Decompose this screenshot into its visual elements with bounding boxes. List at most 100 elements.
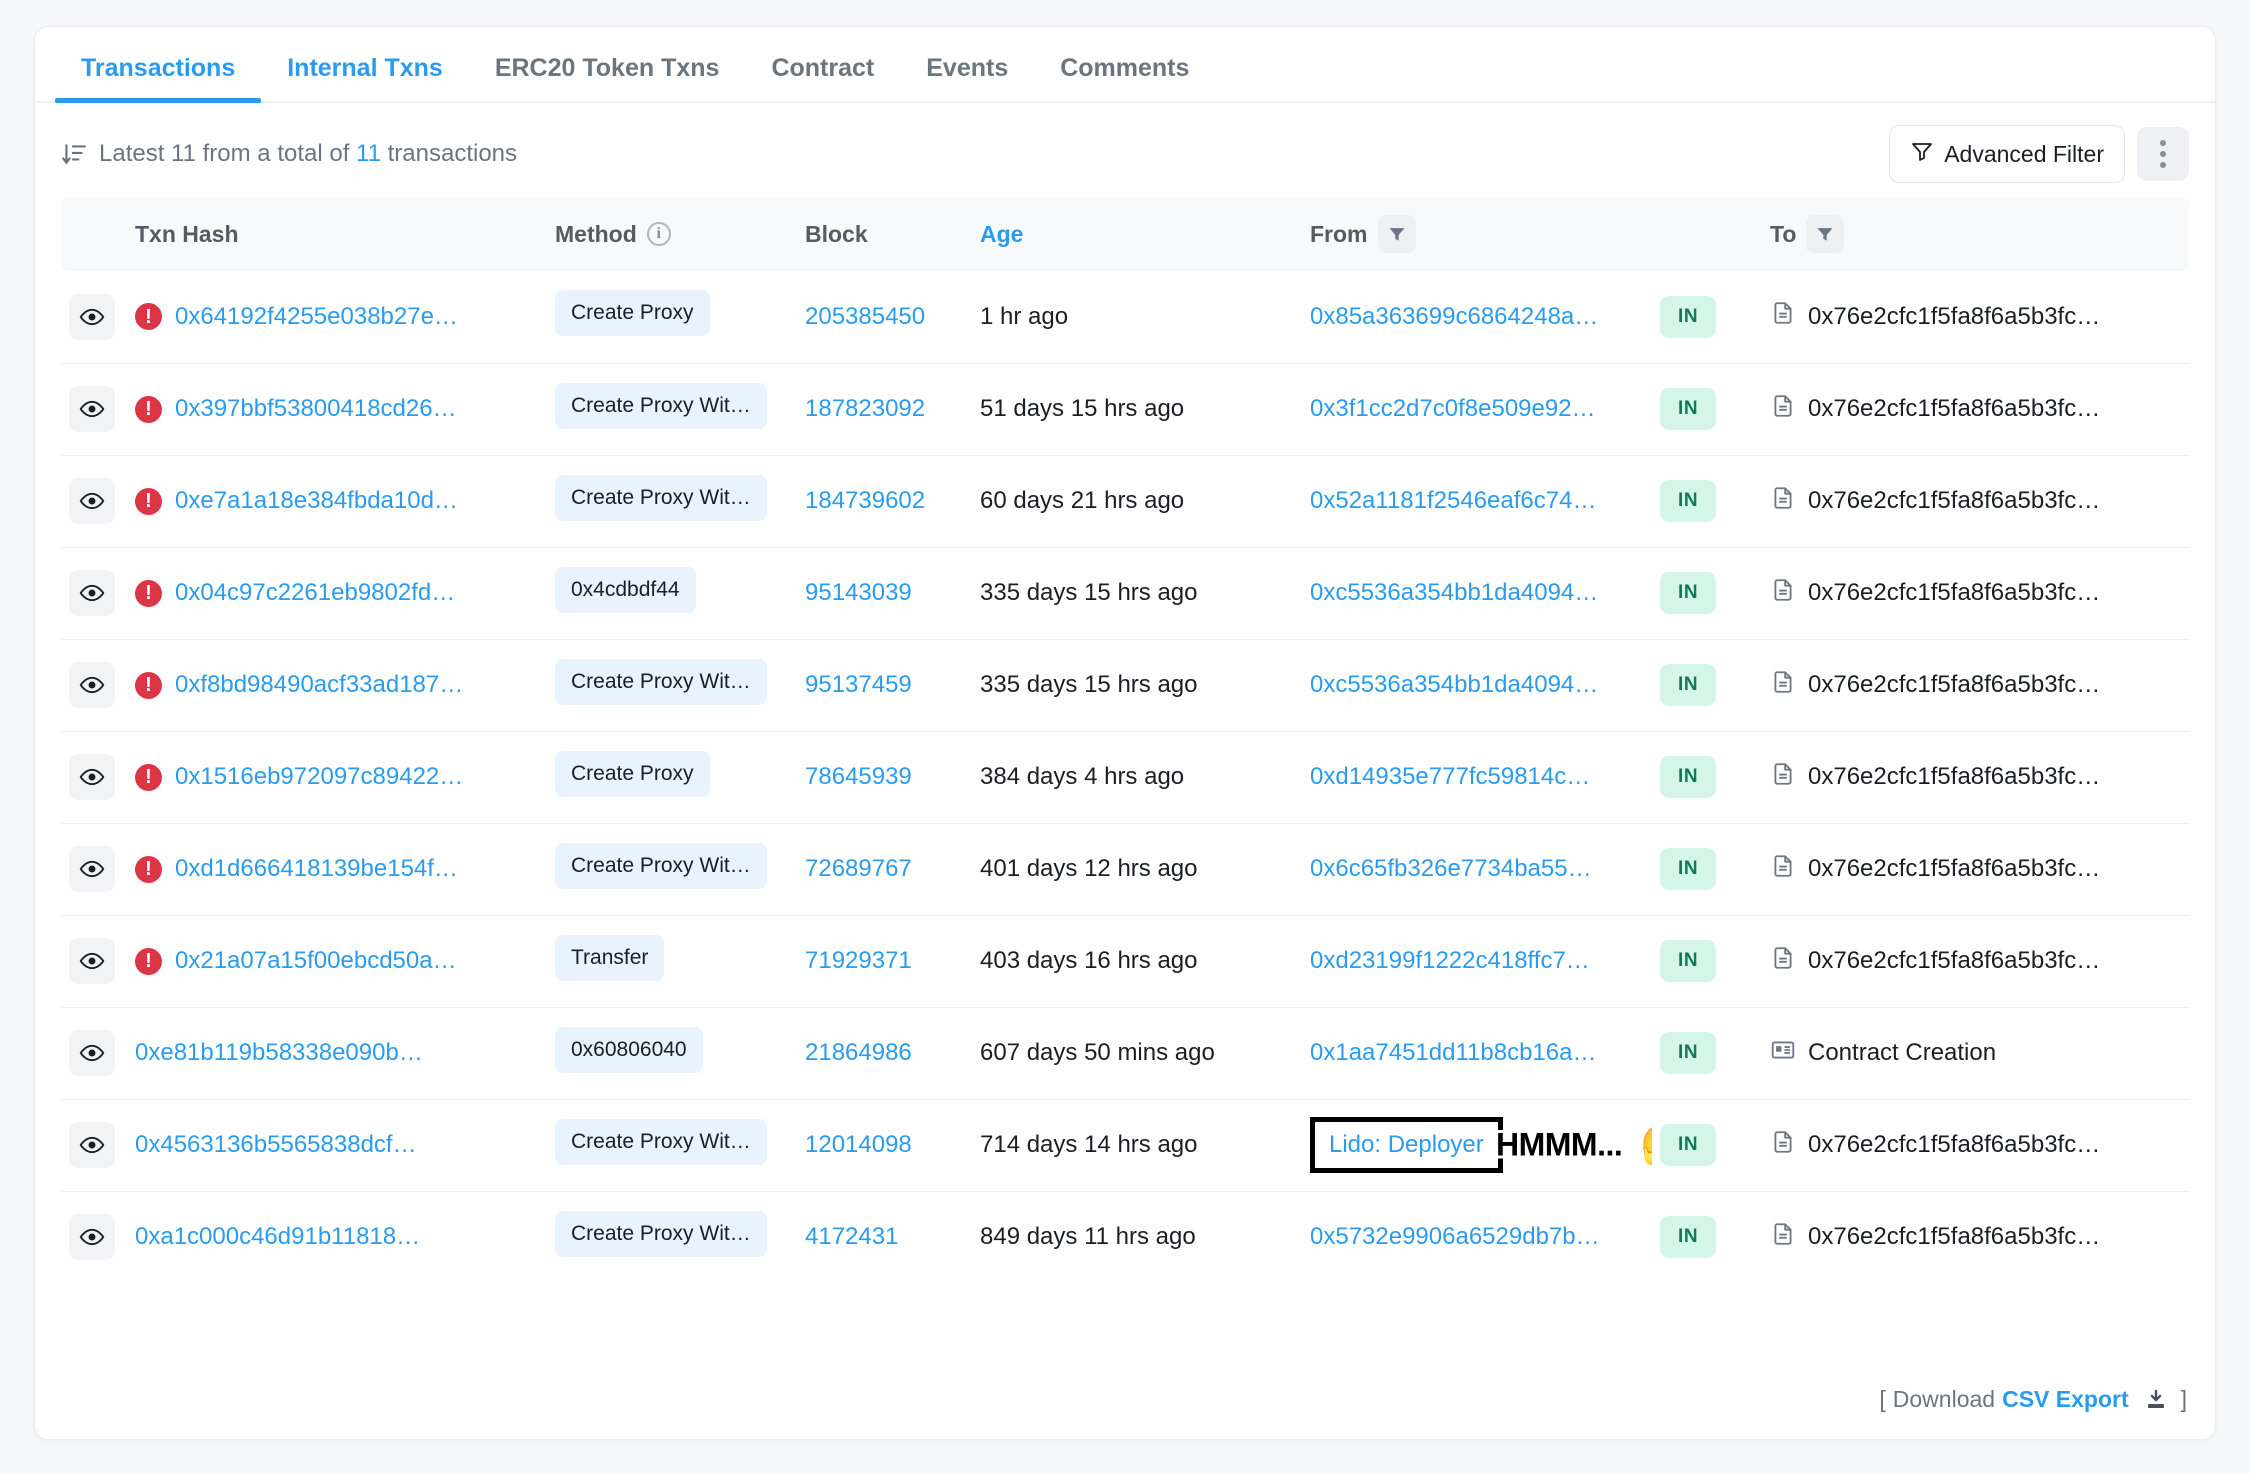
eye-icon[interactable] (69, 1214, 115, 1261)
block-link[interactable]: 21864986 (805, 1039, 912, 1066)
block-link[interactable]: 187823092 (805, 395, 925, 422)
block-link[interactable]: 184739602 (805, 487, 925, 514)
method-badge[interactable]: Create Proxy Wit… (555, 842, 767, 889)
table-row: 0xa1c000c46d91b11818… Create Proxy Wit… 41… (61, 1191, 2189, 1283)
txn-hash-link[interactable]: 0xe7a1a18e384fbda10d… (175, 487, 458, 515)
page-root: Transactions Internal Txns ERC20 Token Txn… (0, 0, 2250, 1474)
from-address-link[interactable]: 0x3f1cc2d7c0f8e509e92… (1310, 395, 1596, 423)
to-address-label[interactable]: 0x76e2cfc1f5fa8f6a5b3fc… (1808, 671, 2100, 699)
header-method: Method i (547, 197, 797, 271)
eye-icon[interactable] (69, 1122, 115, 1168)
vertical-dots-icon (2160, 140, 2166, 168)
header-age[interactable]: Age (972, 197, 1302, 271)
row-from-cell: 0xc5536a354bb1da4094… (1302, 639, 1652, 731)
from-address-link[interactable]: 0x1aa7451dd11b8cb16a… (1310, 1039, 1596, 1067)
block-link[interactable]: 4172431 (805, 1223, 898, 1250)
block-link[interactable]: 95137459 (805, 671, 912, 698)
block-link[interactable]: 71929371 (805, 947, 912, 974)
method-badge[interactable]: Create Proxy Wit… (555, 1118, 767, 1165)
tab-transactions[interactable]: Transactions (55, 56, 262, 103)
block-link[interactable]: 72689767 (805, 855, 912, 882)
eye-icon[interactable] (69, 478, 115, 524)
from-address-link[interactable]: 0x85a363699c6864248a… (1310, 303, 1598, 331)
more-options-button[interactable] (2137, 127, 2189, 181)
method-badge[interactable]: Transfer (555, 934, 665, 981)
info-icon[interactable]: i (646, 222, 671, 246)
txn-hash-link[interactable]: 0xf8bd98490acf33ad187… (175, 671, 463, 699)
eye-icon[interactable] (69, 386, 115, 432)
method-badge[interactable]: 0x60806040 (555, 1026, 703, 1073)
txn-hash-link[interactable]: 0x397bbf53800418cd26… (175, 395, 457, 423)
direction-badge: IN (1660, 388, 1717, 430)
txn-hash-link[interactable]: 0x04c97c2261eb9802fd… (175, 579, 455, 607)
contract-creation-icon (1770, 1037, 1796, 1070)
txn-hash-link[interactable]: 0xd1d666418139be154f… (175, 855, 458, 883)
from-address-link[interactable]: 0xd23199f1222c418ffc7… (1310, 947, 1590, 975)
block-link[interactable]: 205385450 (805, 303, 925, 330)
method-badge[interactable]: Create Proxy (555, 290, 710, 337)
eye-icon[interactable] (69, 570, 115, 616)
to-address-label[interactable]: 0x76e2cfc1f5fa8f6a5b3fc… (1808, 1131, 2100, 1159)
header-from-label: From (1310, 220, 1368, 247)
block-link[interactable]: 78645939 (805, 763, 912, 790)
block-link[interactable]: 12014098 (805, 1131, 912, 1158)
tab-events[interactable]: Events (900, 56, 1034, 101)
to-address-label[interactable]: 0x76e2cfc1f5fa8f6a5b3fc… (1808, 395, 2100, 423)
row-block-cell: 72689767 (797, 823, 972, 915)
direction-badge: IN (1660, 1032, 1717, 1074)
to-address-label[interactable]: 0x76e2cfc1f5fa8f6a5b3fc… (1808, 579, 2100, 607)
to-address-label[interactable]: 0x76e2cfc1f5fa8f6a5b3fc… (1808, 947, 2100, 975)
eye-icon[interactable] (69, 938, 115, 984)
method-badge[interactable]: Create Proxy Wit… (555, 1210, 767, 1257)
txn-hash-link[interactable]: 0x21a07a15f00ebcd50a… (175, 947, 457, 975)
annotation-text: HMMM... (1496, 1126, 1623, 1163)
row-block-cell: 21864986 (797, 1007, 972, 1099)
to-address-label[interactable]: 0x76e2cfc1f5fa8f6a5b3fc… (1808, 303, 2100, 331)
row-txn-hash-cell: 0xa1c000c46d91b11818… (127, 1191, 547, 1283)
method-badge[interactable]: Create Proxy Wit… (555, 658, 767, 705)
tab-internal-txns[interactable]: Internal Txns (261, 56, 469, 101)
to-address-label[interactable]: 0x76e2cfc1f5fa8f6a5b3fc… (1808, 1223, 2100, 1251)
to-filter-icon[interactable] (1806, 215, 1845, 253)
from-address-link[interactable]: 0x52a1181f2546eaf6c74… (1310, 487, 1596, 515)
advanced-filter-button[interactable]: Advanced Filter (1889, 125, 2125, 183)
download-icon[interactable] (2144, 1388, 2168, 1412)
from-filter-icon[interactable] (1377, 215, 1416, 253)
tab-comments[interactable]: Comments (1034, 56, 1215, 101)
csv-export-link[interactable]: CSV Export (2002, 1386, 2129, 1413)
method-badge[interactable]: Create Proxy Wit… (555, 382, 767, 429)
txn-hash-link[interactable]: 0x4563136b5565838dcf… (135, 1131, 417, 1159)
eye-icon[interactable] (69, 754, 115, 800)
tab-contract[interactable]: Contract (745, 56, 900, 101)
method-badge[interactable]: 0x4cdbdf44 (555, 566, 696, 613)
to-address-label[interactable]: 0x76e2cfc1f5fa8f6a5b3fc… (1808, 855, 2100, 883)
tab-erc20-token-txns[interactable]: ERC20 Token Txns (469, 56, 746, 101)
txn-hash-link[interactable]: 0xe81b119b58338e090b… (135, 1039, 423, 1067)
txn-hash-link[interactable]: 0x64192f4255e038b27e… (175, 303, 458, 331)
row-age-cell: 335 days 15 hrs ago (980, 671, 1198, 698)
from-address-link[interactable]: 0x6c65fb326e7734ba55… (1310, 855, 1592, 883)
txn-hash-link[interactable]: 0xa1c000c46d91b11818… (135, 1223, 420, 1251)
txn-hash-link[interactable]: 0x1516eb972097c89422… (175, 763, 463, 791)
eye-icon[interactable] (69, 662, 115, 708)
eye-icon[interactable] (69, 293, 115, 340)
contract-document-icon (1770, 1221, 1796, 1254)
method-badge[interactable]: Create Proxy Wit… (555, 474, 767, 521)
eye-icon[interactable] (69, 1030, 115, 1076)
row-direction-cell: IN (1652, 915, 1762, 1007)
row-method-cell: Create Proxy (547, 731, 797, 823)
to-address-label[interactable]: 0x76e2cfc1f5fa8f6a5b3fc… (1808, 763, 2100, 791)
from-address-link[interactable]: 0xc5536a354bb1da4094… (1310, 579, 1598, 607)
to-address-label[interactable]: Contract Creation (1808, 1039, 1996, 1067)
eye-icon[interactable] (69, 846, 115, 892)
to-address-label[interactable]: 0x76e2cfc1f5fa8f6a5b3fc… (1808, 487, 2100, 515)
from-address-link[interactable]: Lido: Deployer (1329, 1131, 1484, 1159)
row-age-cell: 335 days 15 hrs ago (980, 579, 1198, 606)
row-age-cell: 403 days 16 hrs ago (980, 947, 1198, 974)
from-address-link[interactable]: 0xc5536a354bb1da4094… (1310, 671, 1598, 699)
from-address-link[interactable]: 0xd14935e777fc59814c… (1310, 763, 1590, 791)
block-link[interactable]: 95143039 (805, 579, 912, 606)
method-badge[interactable]: Create Proxy (555, 750, 710, 797)
subheader-actions: Advanced Filter (1889, 125, 2189, 183)
from-address-link[interactable]: 0x5732e9906a6529db7b… (1310, 1223, 1600, 1251)
